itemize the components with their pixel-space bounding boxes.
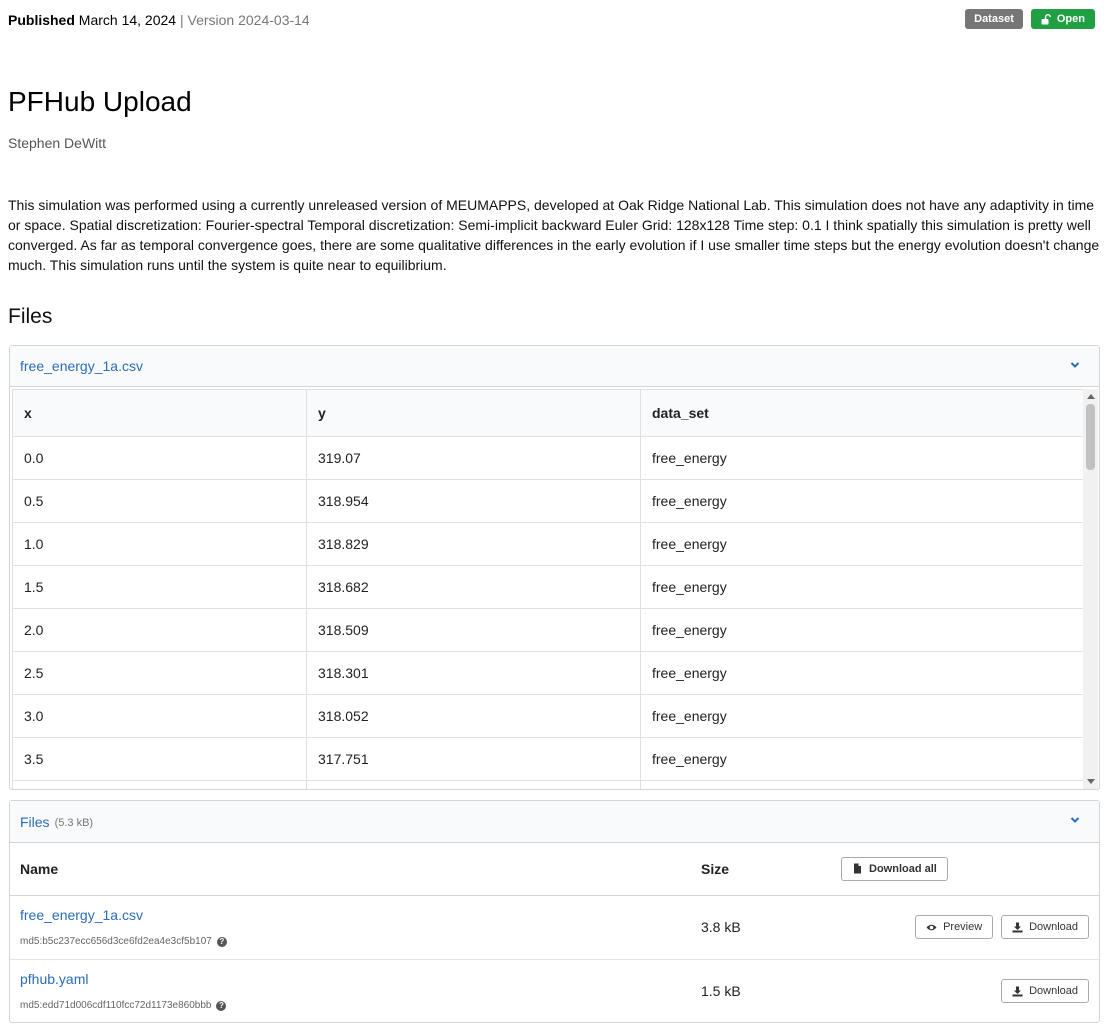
column-header-x: x xyxy=(12,389,307,437)
file-checksum: md5:b5c237ecc656d3ce6fd2ea4e3cf5b107 ? xyxy=(20,936,227,947)
download-button[interactable]: Download xyxy=(1001,915,1089,939)
cell-y: 318.829 xyxy=(306,522,641,566)
cell-data-set: free_energy xyxy=(640,694,1085,738)
file-icon xyxy=(854,863,861,874)
table-row: 2.0 318.509 free_energy xyxy=(12,608,1085,652)
file-link[interactable]: free_energy_1a.csv xyxy=(20,907,681,923)
lock-open-icon xyxy=(1041,13,1051,24)
table-row: 0.0 319.07 free_energy xyxy=(12,436,1085,480)
files-list-panel: Files (5.3 kB) Name Size Download all fr… xyxy=(9,800,1100,1023)
badges: Dataset Open xyxy=(965,9,1095,29)
open-access-badge: Open xyxy=(1030,9,1095,29)
cell-data-set: free_energy xyxy=(640,436,1085,480)
file-row: pfhub.yaml md5:edd71d006cdf110fcc72d1173… xyxy=(10,959,1099,1023)
files-header-row: Name Size Download all xyxy=(10,843,1099,896)
version-text: Version 2024-03-14 xyxy=(187,12,310,28)
preview-label: Preview xyxy=(943,921,983,933)
question-circle-icon[interactable]: ? xyxy=(216,1000,227,1011)
download-label: Download xyxy=(1029,985,1078,998)
cell-x: 3.5 xyxy=(12,737,307,781)
cell-y: 318.509 xyxy=(306,608,641,652)
cell-y: 318.301 xyxy=(306,651,641,695)
table-row-partial xyxy=(12,780,1085,789)
download-all-button[interactable]: Download all xyxy=(841,856,948,881)
download-all-label: Download all xyxy=(869,862,937,875)
cell-y: 317.751 xyxy=(306,737,641,781)
dataset-badge-label: Dataset xyxy=(974,13,1014,25)
column-header-name: Name xyxy=(10,843,691,896)
preview-button[interactable]: Preview xyxy=(915,915,994,939)
separator: | xyxy=(179,12,184,28)
file-checksum: md5:edd71d006cdf110fcc72d1173e860bbb ? xyxy=(20,1000,227,1012)
scrollbar-thumb[interactable] xyxy=(1086,404,1095,470)
download-icon xyxy=(1012,986,1023,997)
dataset-badge: Dataset xyxy=(965,9,1023,29)
column-header-data-set: data_set xyxy=(640,389,1085,437)
download-icon xyxy=(1012,922,1023,932)
scroll-down-arrow-icon[interactable] xyxy=(1087,779,1095,784)
open-badge-label: Open xyxy=(1056,13,1085,25)
table-row: 1.0 318.829 free_energy xyxy=(12,522,1085,566)
cell-y: 318.682 xyxy=(306,565,641,609)
record-title: PFHub Upload xyxy=(8,86,192,117)
table-row: 1.5 318.682 free_energy xyxy=(12,565,1085,609)
eye-icon xyxy=(926,924,937,930)
table-row: 2.5 318.301 free_energy xyxy=(12,651,1085,695)
files-total-size: (5.3 kB) xyxy=(54,816,94,829)
scroll-up-arrow-icon[interactable] xyxy=(1087,394,1095,399)
file-row: free_energy_1a.csv md5:b5c237ecc656d3ce6… xyxy=(10,895,1099,960)
published-date: March 14, 2024 xyxy=(78,12,177,28)
md5-value: md5:b5c237ecc656d3ce6fd2ea4e3cf5b107 xyxy=(20,936,212,947)
cell-y: 318.052 xyxy=(306,694,641,738)
publication-info: Published March 14, 2024 | Version 2024-… xyxy=(8,12,310,28)
files-table: Name Size Download all free_energy_1a.cs… xyxy=(10,843,1099,1023)
chevron-down-icon[interactable] xyxy=(1069,359,1081,371)
cell-x: 0.0 xyxy=(12,436,307,480)
cell-y: 318.954 xyxy=(306,479,641,523)
cell-data-set: free_energy xyxy=(640,651,1085,695)
cell-data-set: free_energy xyxy=(640,565,1085,609)
preview-scrollbar[interactable] xyxy=(1083,389,1098,789)
column-header-y: y xyxy=(306,389,641,437)
preview-table: x y data_set 0.0 319.07 free_energy 0.5 … xyxy=(12,389,1085,789)
record-description: This simulation was performed using a cu… xyxy=(8,197,1100,273)
files-panel-header[interactable]: Files (5.3 kB) xyxy=(10,801,1099,843)
preview-filename[interactable]: free_energy_1a.csv xyxy=(20,358,143,374)
cell-y: 319.07 xyxy=(306,436,641,480)
cell-data-set: free_energy xyxy=(640,608,1085,652)
table-row: 3.5 317.751 free_energy xyxy=(12,737,1085,781)
md5-value: md5:edd71d006cdf110fcc72d1173e860bbb xyxy=(20,1000,212,1012)
cell-x: 3.0 xyxy=(12,694,307,738)
published-label: Published xyxy=(8,12,75,28)
download-label: Download xyxy=(1029,921,1078,933)
cell-x: 2.0 xyxy=(12,608,307,652)
cell-x: 1.0 xyxy=(12,522,307,566)
cell-x: 2.5 xyxy=(12,651,307,695)
files-heading: Files xyxy=(8,305,53,328)
preview-table-container: x y data_set 0.0 319.07 free_energy 0.5 … xyxy=(12,389,1085,789)
cell-data-set: free_energy xyxy=(640,737,1085,781)
file-link[interactable]: pfhub.yaml xyxy=(20,971,681,987)
table-row: 3.0 318.052 free_energy xyxy=(12,694,1085,738)
cell-x: 0.5 xyxy=(12,479,307,523)
record-page: Published March 14, 2024 | Version 2024-… xyxy=(0,0,1111,1034)
question-circle-icon[interactable]: ? xyxy=(216,936,227,947)
file-size: 3.8 kB xyxy=(691,895,831,960)
preview-header-row: x y data_set xyxy=(12,389,1085,437)
files-panel-title[interactable]: Files xyxy=(20,814,50,830)
record-author[interactable]: Stephen DeWitt xyxy=(8,135,106,151)
cell-data-set: free_energy xyxy=(640,479,1085,523)
cell-data-set: free_energy xyxy=(640,522,1085,566)
file-preview-panel: free_energy_1a.csv x y data_set 0.0 319.… xyxy=(9,345,1100,790)
cell-x: 1.5 xyxy=(12,565,307,609)
preview-panel-header[interactable]: free_energy_1a.csv xyxy=(10,346,1099,387)
chevron-down-icon[interactable] xyxy=(1069,814,1081,826)
column-header-size: Size xyxy=(691,843,831,896)
table-row: 0.5 318.954 free_energy xyxy=(12,479,1085,523)
file-size: 1.5 kB xyxy=(701,983,741,1000)
download-button[interactable]: Download xyxy=(1001,979,1089,1004)
